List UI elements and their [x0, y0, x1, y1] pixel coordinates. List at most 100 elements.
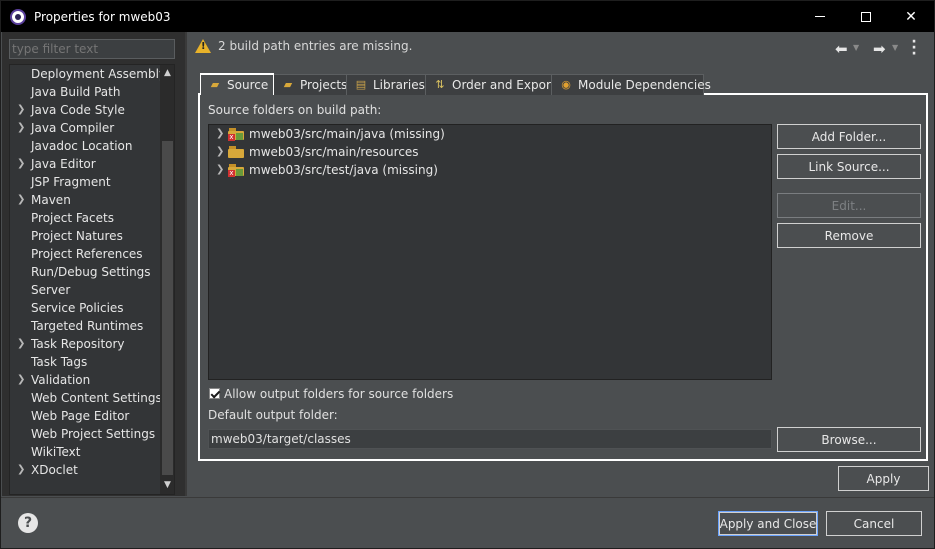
- tree-scrollbar[interactable]: ▲ ▼: [160, 65, 174, 494]
- browse-button[interactable]: Browse...: [777, 427, 921, 452]
- sidebar-item[interactable]: Run/Debug Settings: [10, 263, 160, 281]
- sidebar-item[interactable]: ❯ Validation: [10, 371, 160, 389]
- expand-chevron-icon[interactable]: ❯: [17, 191, 27, 209]
- sidebar-item[interactable]: Project References: [10, 245, 160, 263]
- source-folders-heading: Source folders on build path:: [208, 103, 382, 117]
- sidebar-item-label: Service Policies: [31, 301, 124, 315]
- sidebar-item-label: Web Project Settings: [31, 427, 156, 441]
- sidebar-item[interactable]: ❯ Maven: [10, 191, 160, 209]
- tab-libraries[interactable]: ▤ Libraries: [346, 74, 426, 95]
- add-folder-button[interactable]: Add Folder...: [777, 124, 921, 149]
- sidebar-item[interactable]: Deployment Assembly: [10, 65, 166, 83]
- allow-output-checkbox[interactable]: [209, 388, 220, 399]
- expand-chevron-icon[interactable]: ❯: [216, 125, 224, 143]
- sidebar-item[interactable]: Java Build Path: [10, 83, 160, 101]
- sidebar-item[interactable]: Web Page Editor: [10, 407, 160, 425]
- expand-chevron-icon[interactable]: ❯: [17, 101, 27, 119]
- tab-module-dependencies[interactable]: ◉ Module Dependencies: [551, 74, 711, 95]
- sidebar-item[interactable]: ❯ Java Editor: [10, 155, 160, 173]
- tab-source[interactable]: ▰ Source: [200, 73, 274, 95]
- properties-dialog: Properties for mweb03 ✕ Deployment Assem…: [0, 0, 935, 549]
- sidebar-item[interactable]: Service Policies: [10, 299, 160, 317]
- sidebar-item[interactable]: ❯ Java Compiler: [10, 119, 160, 137]
- sidebar-item-label: Java Code Style: [31, 103, 125, 117]
- remove-button[interactable]: Remove: [777, 223, 921, 248]
- projects-folder-icon: ▰: [283, 78, 293, 91]
- forward-arrow-icon[interactable]: ➡: [873, 40, 886, 58]
- maximize-button[interactable]: [843, 1, 889, 32]
- apply-button[interactable]: Apply: [838, 466, 929, 491]
- sidebar-item-label: Javadoc Location: [31, 139, 133, 153]
- back-arrow-icon[interactable]: ⬅: [835, 40, 848, 58]
- filter-input[interactable]: [9, 39, 175, 59]
- expand-chevron-icon[interactable]: ❯: [17, 119, 27, 137]
- sidebar-item[interactable]: ❯ Task Repository: [10, 335, 160, 353]
- sidebar-item-label: Validation: [31, 373, 91, 387]
- sidebar-item[interactable]: Targeted Runtimes: [10, 317, 160, 335]
- message-text: 2 build path entries are missing.: [218, 39, 413, 53]
- expand-chevron-icon[interactable]: ❯: [17, 461, 27, 479]
- scroll-thumb[interactable]: [162, 141, 173, 475]
- sidebar-item-label: Java Build Path: [31, 85, 121, 99]
- order-export-icon: ⇅: [435, 78, 445, 91]
- sidebar-item-label: Run/Debug Settings: [31, 265, 151, 279]
- forward-dropdown-icon[interactable]: ▼: [892, 43, 898, 52]
- eclipse-icon: [10, 8, 26, 25]
- expand-chevron-icon[interactable]: ❯: [17, 335, 27, 353]
- default-output-field[interactable]: mweb03/target/classes: [208, 429, 772, 449]
- back-dropdown-icon[interactable]: ▼: [853, 43, 859, 52]
- help-icon[interactable]: ?: [18, 513, 38, 533]
- source-folder-label: mweb03/src/main/resources: [249, 145, 419, 159]
- edit-button[interactable]: Edit...: [777, 193, 921, 218]
- panel-divider[interactable]: [185, 32, 187, 496]
- source-folders-tree[interactable]: ❯ x mweb03/src/main/java (missing) ❯ mwe…: [208, 124, 772, 380]
- tab-label: Module Dependencies: [578, 78, 711, 92]
- sidebar-item[interactable]: Project Natures: [10, 227, 160, 245]
- module-icon: ◉: [561, 78, 571, 91]
- sidebar-item-label: JSP Fragment: [31, 175, 111, 189]
- sidebar-item-label: Server: [31, 283, 71, 297]
- expand-chevron-icon[interactable]: ❯: [216, 143, 224, 161]
- expand-chevron-icon[interactable]: ❯: [17, 371, 27, 389]
- sidebar-item[interactable]: JSP Fragment: [10, 173, 160, 191]
- default-output-label: Default output folder:: [208, 408, 338, 422]
- tab-label: Source: [227, 78, 269, 92]
- close-button[interactable]: ✕: [888, 1, 934, 32]
- warning-icon: !: [195, 39, 211, 53]
- expand-chevron-icon[interactable]: ❯: [17, 155, 27, 173]
- sidebar-item-label: Deployment Assembly: [31, 67, 167, 81]
- source-folder-label: mweb03/src/main/java (missing): [249, 127, 445, 141]
- scroll-up-icon[interactable]: ▲: [160, 65, 174, 82]
- left-panel: Deployment Assembly Java Build Path ❯ Java …: [2, 32, 185, 496]
- message-bar: ! 2 build path entries are missing. ⬅ ▼ …: [187, 32, 934, 66]
- sidebar-item[interactable]: Web Content Settings: [10, 389, 162, 407]
- sidebar-item[interactable]: ❯ Java Code Style: [10, 101, 160, 119]
- tab-projects[interactable]: ▰ Projects: [273, 74, 347, 95]
- apply-and-close-button[interactable]: Apply and Close: [718, 511, 818, 536]
- title-bar: Properties for mweb03 ✕: [1, 1, 934, 32]
- cancel-button[interactable]: Cancel: [826, 511, 922, 536]
- sidebar-item[interactable]: Project Facets: [10, 209, 160, 227]
- sidebar-item[interactable]: Javadoc Location: [10, 137, 160, 155]
- sidebar-item[interactable]: Server: [10, 281, 160, 299]
- scroll-down-icon[interactable]: ▼: [160, 477, 174, 494]
- sidebar-item-label: WikiText: [31, 445, 81, 459]
- sidebar-item[interactable]: ❯ XDoclet: [10, 461, 160, 479]
- sidebar-item[interactable]: Web Project Settings: [10, 425, 160, 443]
- tab-order-export[interactable]: ⇅ Order and Export: [425, 74, 556, 95]
- link-source-button[interactable]: Link Source...: [777, 154, 921, 179]
- sidebar-item-label: Targeted Runtimes: [31, 319, 144, 333]
- missing-source-folder-icon: x: [228, 128, 244, 141]
- minimize-button[interactable]: [797, 1, 843, 32]
- tab-label: Order and Export: [452, 78, 556, 92]
- sidebar-item[interactable]: WikiText: [10, 443, 160, 461]
- sidebar-item-label: Web Content Settings: [31, 391, 162, 405]
- sidebar-item[interactable]: Task Tags: [10, 353, 160, 371]
- expand-chevron-icon[interactable]: ❯: [216, 161, 224, 179]
- window-title: Properties for mweb03: [34, 9, 171, 24]
- maximize-icon: [861, 11, 871, 22]
- view-menu-icon[interactable]: · · ·: [911, 35, 917, 61]
- tab-label: Libraries: [373, 78, 425, 92]
- source-folder-label: mweb03/src/test/java (missing): [249, 163, 438, 177]
- sidebar-item-label: Java Compiler: [31, 121, 115, 135]
